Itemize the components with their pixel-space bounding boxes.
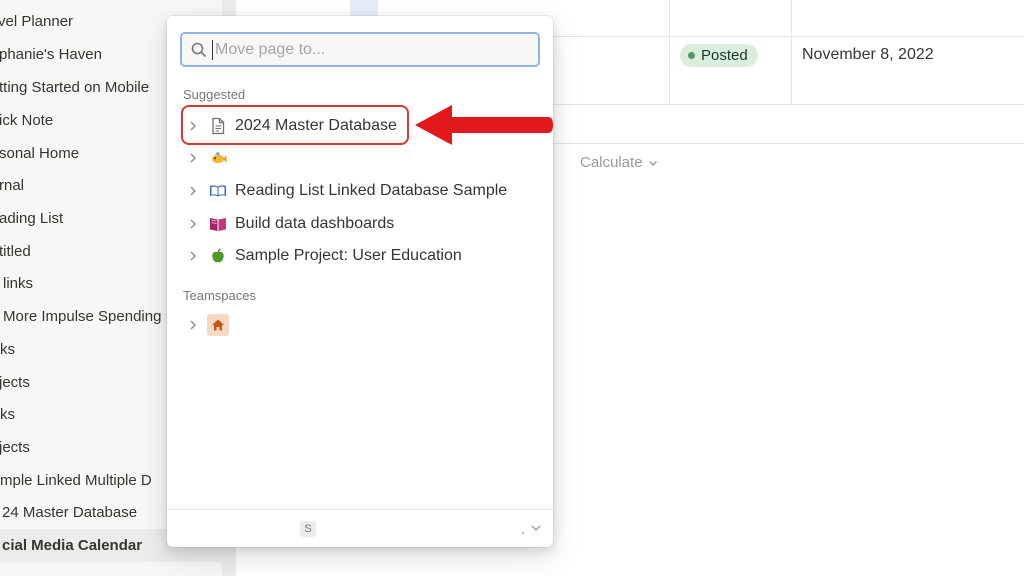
footer-dot <box>522 532 524 534</box>
sidebar-item[interactable]: rnal <box>0 169 24 202</box>
sidebar-item-label: ick Note <box>0 112 54 129</box>
sidebar-item[interactable]: More Impulse Spending <box>3 300 161 333</box>
sidebar-item-label: More Impulse Spending <box>3 308 162 325</box>
sidebar-item[interactable]: ks <box>0 398 15 431</box>
sidebar-item-label: sonal Home <box>0 145 80 162</box>
sidebar-item[interactable]: vel Planner <box>0 5 73 38</box>
sidebar-item-label: jects <box>0 439 30 456</box>
highlight-box <box>181 105 409 145</box>
sidebar-item[interactable]: jects <box>0 366 30 399</box>
section-label-suggested: Suggested <box>183 87 246 102</box>
sidebar-item[interactable]: tting Started on Mobile <box>0 71 149 104</box>
chevron-right-icon[interactable] <box>183 246 203 266</box>
sidebar-item-label: jects <box>0 374 30 391</box>
chevron-right-icon[interactable] <box>183 181 203 201</box>
open-book-icon <box>207 180 229 202</box>
sidebar-item-label: vel Planner <box>0 13 74 30</box>
calculate-button[interactable]: Calculate <box>580 154 659 171</box>
popup-footer: S <box>167 509 553 547</box>
fish-emoji-icon <box>207 147 229 169</box>
move-page-popup: Suggested 2024 Master Database Reading L… <box>167 16 553 547</box>
sidebar-item-label: titled <box>0 243 31 260</box>
book-icon <box>207 213 229 235</box>
house-icon <box>207 314 229 336</box>
sidebar-item[interactable]: phanie's Haven <box>0 38 102 71</box>
teamspace-item-home[interactable] <box>183 310 543 340</box>
keyboard-shortcut-hint: S <box>300 521 316 537</box>
status-dot-icon <box>688 52 695 59</box>
table-column-divider <box>669 0 670 104</box>
status-label: Posted <box>701 47 748 64</box>
chevron-right-icon[interactable] <box>183 214 203 234</box>
sidebar-item-label: cial Media Calendar <box>2 537 143 554</box>
chevron-down-icon <box>648 160 657 166</box>
annotation-arrow-icon <box>415 105 553 145</box>
sidebar-item-label: phanie's Haven <box>0 46 102 63</box>
sidebar-item[interactable]: links <box>3 267 33 300</box>
sidebar-item[interactable]: jects <box>0 431 30 464</box>
sidebar-item[interactable]: 24 Master Database <box>2 496 137 529</box>
chevron-down-icon[interactable] <box>529 521 543 540</box>
page-item-label: Reading List Linked Database Sample <box>235 182 508 199</box>
sidebar-item[interactable]: sonal Home <box>0 137 79 170</box>
page-item-label: Build data dashboards <box>235 215 395 232</box>
suggested-item-build-data-dashboards[interactable]: Build data dashboards <box>183 209 543 239</box>
sidebar-item[interactable]: ading List <box>0 202 63 235</box>
date-cell[interactable]: November 8, 2022 <box>802 46 934 64</box>
sidebar-item[interactable]: ick Note <box>0 104 53 137</box>
suggested-item-reading-list[interactable]: Reading List Linked Database Sample <box>183 176 543 206</box>
chevron-right-icon[interactable] <box>183 148 203 168</box>
sidebar-item[interactable]: mple Linked Multiple D <box>0 464 152 497</box>
sidebar-item-label: ks <box>0 341 15 358</box>
section-label-teamspaces: Teamspaces <box>183 288 256 303</box>
sidebar-item[interactable]: ks <box>0 333 15 366</box>
chevron-right-icon[interactable] <box>183 315 203 335</box>
table-column-divider <box>791 0 792 104</box>
sidebar-item-label: ks <box>0 406 15 423</box>
text-cursor <box>212 39 213 60</box>
calculate-label: Calculate <box>580 154 643 171</box>
sidebar-item-label: tting Started on Mobile <box>0 79 150 96</box>
sidebar-item[interactable]: titled <box>0 235 31 268</box>
green-apple-icon <box>207 245 229 267</box>
suggested-item-sample-project[interactable]: Sample Project: User Education <box>183 241 543 271</box>
sidebar-item-label: rnal <box>0 177 25 194</box>
sidebar-item-label: 24 Master Database <box>2 504 138 521</box>
sidebar-item-label: links <box>3 275 34 292</box>
search-icon <box>190 41 208 59</box>
page-item-label: Sample Project: User Education <box>235 247 462 264</box>
sidebar-item-label: mple Linked Multiple D <box>0 472 152 489</box>
sidebar-item-label: ading List <box>0 210 64 227</box>
status-badge[interactable]: Posted <box>680 44 758 67</box>
search-input[interactable] <box>215 40 515 59</box>
search-box[interactable] <box>180 32 540 67</box>
